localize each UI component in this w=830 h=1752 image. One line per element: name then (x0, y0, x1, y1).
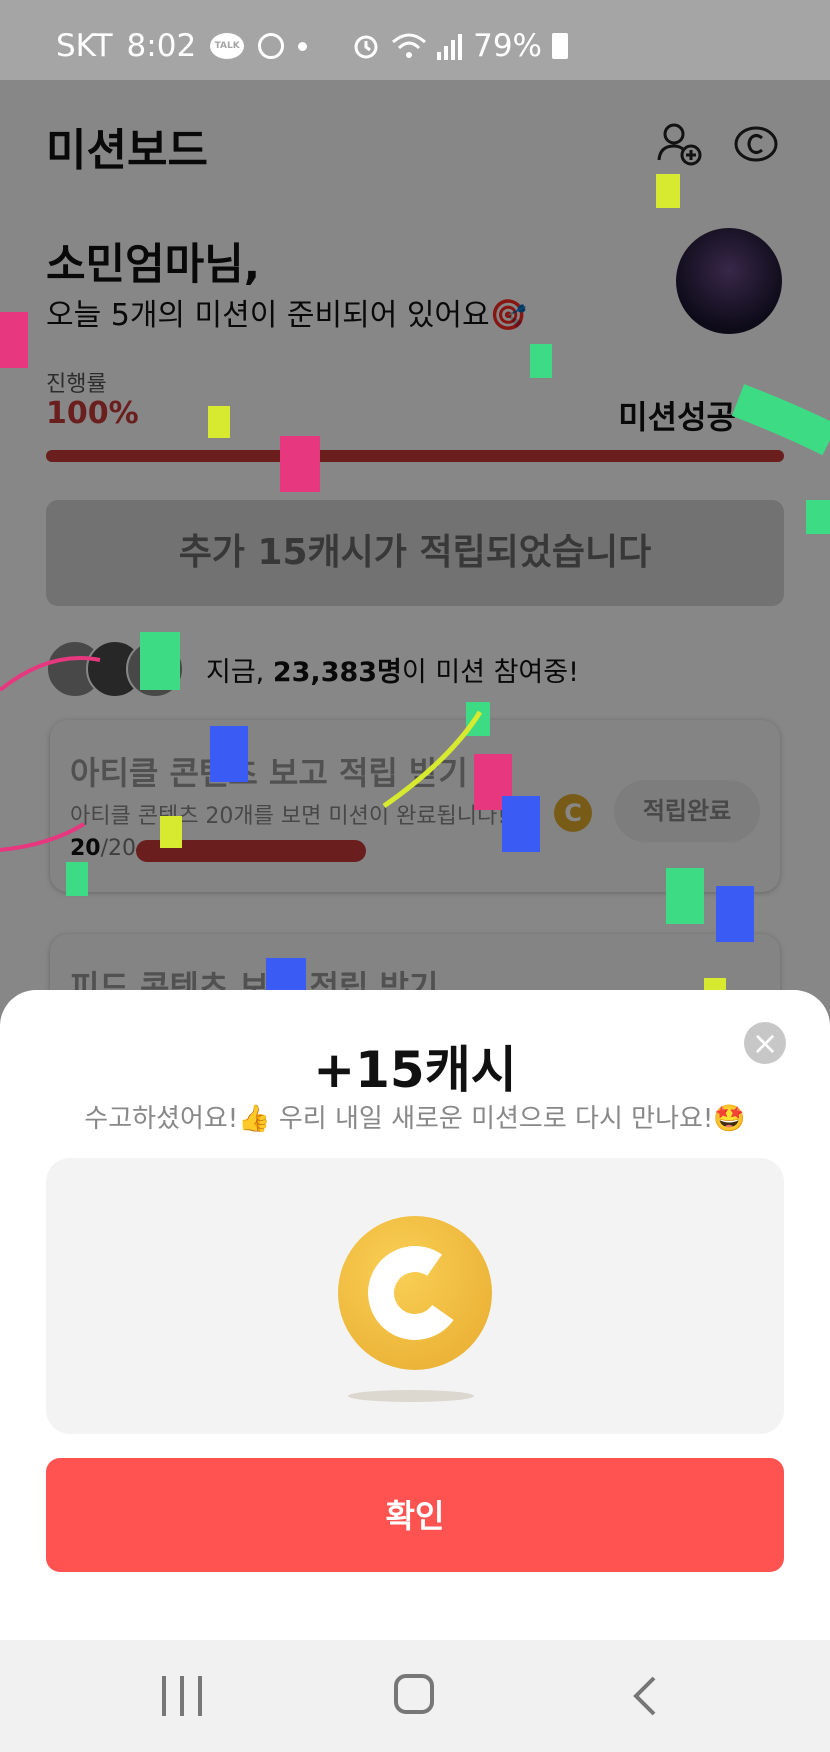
nav-recents-line (198, 1676, 202, 1716)
nav-recents-line (162, 1676, 166, 1716)
nav-recents-icon[interactable] (162, 1676, 202, 1716)
confetti-streamers (0, 384, 830, 852)
reward-subtitle: 수고하셨어요!👍 우리 내일 새로운 미션으로 다시 만나요!🤩 (84, 1104, 746, 1134)
confirm-button[interactable]: 확인 (46, 1458, 784, 1572)
coin-shadow (348, 1390, 474, 1402)
coin-panel (46, 1158, 784, 1434)
nav-recents-line (180, 1676, 184, 1716)
system-nav-bar (0, 1640, 830, 1752)
coin-icon (338, 1216, 492, 1370)
reward-bottom-sheet: × +15캐시 수고하셨어요!👍 우리 내일 새로운 미션으로 다시 만나요!🤩… (0, 990, 830, 1640)
nav-home-icon[interactable] (394, 1674, 434, 1714)
coin-c-glyph (360, 1238, 470, 1348)
reward-title: +15캐시 (313, 1041, 517, 1099)
nav-back-icon[interactable] (630, 1676, 660, 1716)
